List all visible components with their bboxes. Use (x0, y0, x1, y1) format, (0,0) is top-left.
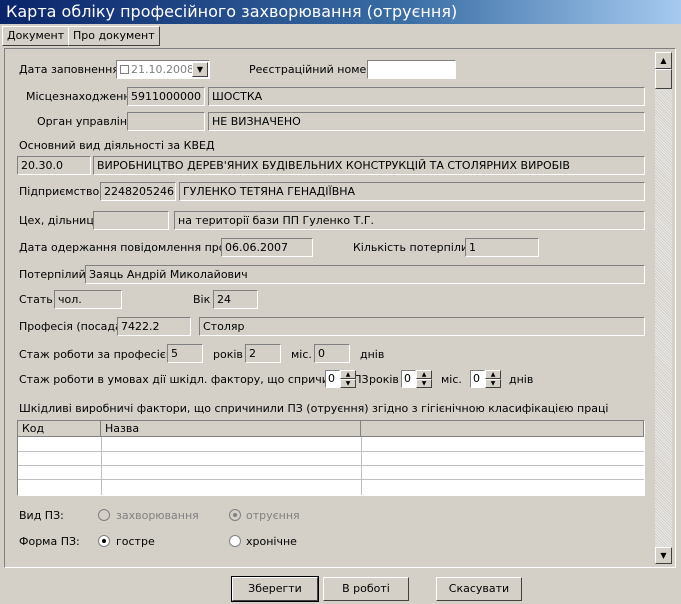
factors-table[interactable]: Код Назва (17, 420, 645, 496)
fill-date-picker[interactable]: 21.10.2008 ▼ (116, 60, 210, 79)
enterprise-code-field[interactable]: 2248205246 (100, 182, 176, 201)
shop-name-field[interactable]: на території бази ПП Гуленко Т.Г. (174, 211, 645, 230)
spin-up-icon[interactable]: ▲ (485, 370, 501, 379)
harm-months-stepper[interactable]: 0 ▲ ▼ (401, 370, 432, 388)
form-scrollbar[interactable]: ▲ ▼ (655, 52, 672, 564)
grid-divider (101, 437, 102, 495)
scroll-thumb[interactable] (655, 69, 672, 89)
experience-days-unit: днів (360, 348, 385, 361)
kved-name-field[interactable]: ВИРОБНИЦТВО ДЕРЕВ'ЯНИХ БУДІВЕЛЬНИХ КОНСТ… (93, 156, 645, 175)
harm-experience-label: Стаж роботи в умовах дії шкідл. фактору,… (19, 373, 369, 386)
window-title: Карта обліку професійного захворювання (… (0, 0, 681, 24)
victim-label: Потерпілий (19, 268, 86, 281)
table-row[interactable] (18, 465, 644, 466)
form-chronic-label: хронічне (246, 535, 297, 548)
save-button[interactable]: Зберегти (231, 576, 319, 602)
form-panel: Дата заповнення 21.10.2008 ▼ Реєстраційн… (4, 48, 676, 568)
grid-divider (361, 437, 362, 495)
kind-poisoning-label: отруєння (246, 509, 300, 522)
victims-count-field[interactable]: 1 (465, 238, 539, 257)
cancel-button[interactable]: Скасувати (436, 577, 522, 601)
factors-col-name[interactable]: Назва (101, 421, 361, 437)
experience-years-unit: років (213, 348, 243, 361)
harm-years-unit: років (369, 373, 399, 386)
location-code-field[interactable]: 5911000000 (127, 87, 205, 106)
in-work-button[interactable]: В роботі (323, 577, 409, 601)
experience-days-field[interactable]: 0 (314, 344, 350, 363)
factors-label: Шкідливі виробничі фактори, що спричинил… (19, 402, 609, 415)
form-acute-radio[interactable] (98, 535, 110, 547)
spin-down-icon[interactable]: ▼ (340, 379, 356, 388)
profession-name-field[interactable]: Столяр (199, 317, 645, 336)
authority-label: Орган управління (37, 115, 141, 128)
form-chronic-radio[interactable] (229, 535, 241, 547)
location-label: Місцезнаходження (26, 90, 138, 103)
age-field[interactable]: 24 (213, 290, 258, 309)
victims-count-label: Кількість потерпілих (353, 241, 475, 254)
form-acute-label: гостре (116, 535, 155, 548)
age-label: Вік (193, 293, 211, 306)
toolbar: Документ Про документ (0, 24, 681, 46)
notice-date-label: Дата одержання повідомлення про ПЗ (19, 241, 245, 254)
sex-field[interactable]: чол. (54, 290, 122, 309)
sex-label: Стать (19, 293, 53, 306)
kind-poisoning-radio[interactable] (229, 509, 241, 521)
form-label: Форма ПЗ: (19, 535, 80, 548)
factors-col-code[interactable]: Код (18, 421, 101, 437)
kind-label: Вид ПЗ: (19, 509, 64, 522)
experience-months-field[interactable]: 2 (245, 344, 281, 363)
dropdown-arrow-icon[interactable]: ▼ (192, 62, 208, 77)
profession-code-field[interactable]: 7422.2 (117, 317, 191, 336)
kind-disease-label: захворювання (116, 509, 199, 522)
reg-number-label: Реєстраційний номер (249, 63, 374, 76)
factors-col-extra[interactable] (361, 421, 644, 437)
table-row[interactable] (18, 451, 644, 452)
experience-months-unit: міс. (291, 348, 312, 361)
scroll-down-icon[interactable]: ▼ (655, 547, 672, 564)
profession-label: Професія (посада) (19, 320, 127, 333)
about-document-button[interactable]: Про документ (68, 26, 160, 46)
authority-name-field[interactable]: НЕ ВИЗНАЧЕНО (208, 112, 645, 131)
date-checkbox-icon[interactable] (120, 65, 129, 74)
experience-years-field[interactable]: 5 (167, 344, 203, 363)
reg-number-input[interactable] (367, 60, 456, 79)
harm-days-unit: днів (509, 373, 534, 386)
shop-code-field[interactable] (93, 211, 169, 230)
location-name-field[interactable]: ШОСТКА (208, 87, 645, 106)
kved-code-field[interactable]: 20.30.0 (17, 156, 91, 175)
table-row[interactable] (18, 479, 644, 480)
authority-code-field[interactable] (127, 112, 205, 131)
experience-label: Стаж роботи за професією (19, 348, 176, 361)
spin-up-icon[interactable]: ▲ (340, 370, 356, 379)
scroll-up-icon[interactable]: ▲ (655, 52, 672, 69)
spin-down-icon[interactable]: ▼ (485, 379, 501, 388)
enterprise-name-field[interactable]: ГУЛЕНКО ТЕТЯНА ГЕНАДІЇВНА (179, 182, 645, 201)
spin-down-icon[interactable]: ▼ (416, 379, 432, 388)
victim-name-field[interactable]: Заяць Андрій Миколайович (85, 265, 645, 284)
harm-months-unit: міс. (441, 373, 462, 386)
fill-date-label: Дата заповнення (19, 63, 119, 76)
document-menu-button[interactable]: Документ (2, 26, 70, 46)
spin-up-icon[interactable]: ▲ (416, 370, 432, 379)
harm-days-stepper[interactable]: 0 ▲ ▼ (470, 370, 501, 388)
kind-disease-radio[interactable] (98, 509, 110, 521)
kved-label: Основний вид діяльності за КВЕД (19, 139, 215, 152)
scroll-track[interactable] (655, 69, 672, 547)
enterprise-label: Підприємство (19, 185, 100, 198)
harm-years-stepper[interactable]: 0 ▲ ▼ (325, 370, 356, 388)
shop-label: Цех, дільниця (19, 214, 101, 227)
notice-date-field[interactable]: 06.06.2007 (221, 238, 313, 257)
